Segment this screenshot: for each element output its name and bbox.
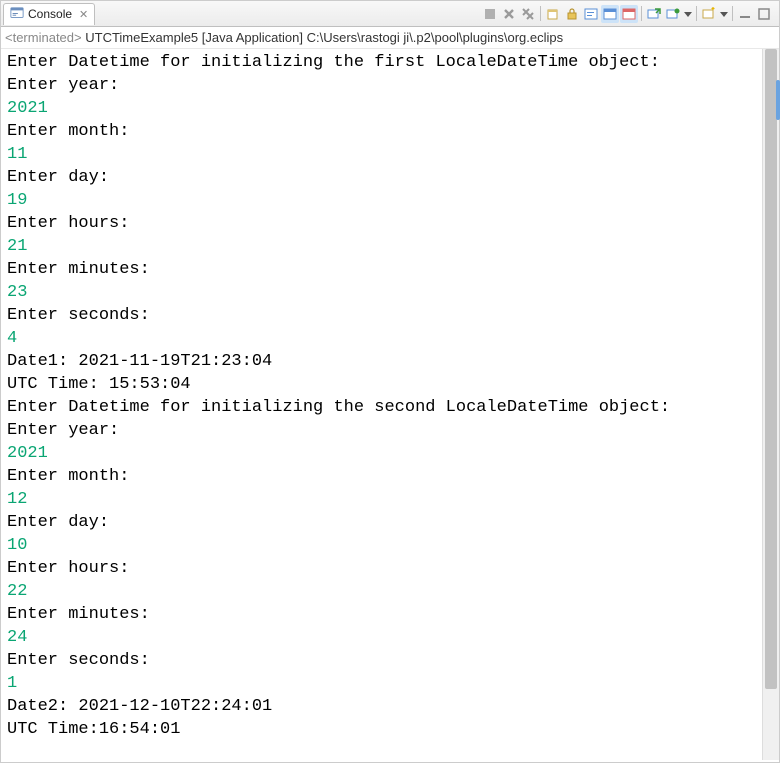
clear-console-icon [546, 7, 560, 21]
new-console-dropdown-button[interactable] [719, 5, 729, 23]
lock-icon [565, 7, 579, 21]
launch-class: UTCTimeExample5 [85, 30, 202, 45]
toolbar-separator [732, 6, 733, 21]
scrollbar-thumb[interactable] [765, 49, 777, 689]
new-console-button[interactable] [700, 5, 718, 23]
console-input-line: 21 [7, 235, 756, 258]
new-console-icon [702, 7, 716, 21]
close-icon[interactable]: ✕ [79, 8, 88, 21]
stop-icon [484, 8, 496, 20]
tab-title: Console [28, 7, 72, 21]
console-output-line: Enter minutes: [7, 258, 756, 281]
console-output-line: Enter hours: [7, 557, 756, 580]
open-console-button[interactable] [645, 5, 663, 23]
word-wrap-button[interactable] [582, 5, 600, 23]
maximize-icon [758, 8, 770, 20]
console-output-line: Enter year: [7, 74, 756, 97]
console-output-line: Enter minutes: [7, 603, 756, 626]
launch-path: C:\Users\rastogi ji\.p2\pool\plugins\org… [307, 30, 564, 45]
console-input-line: 4 [7, 327, 756, 350]
console-tab[interactable]: Console ✕ [3, 3, 95, 25]
console-output-line: UTC Time:16:54:01 [7, 718, 756, 741]
toolbar-separator [540, 6, 541, 21]
right-edge-marker [776, 80, 780, 120]
console-output-line: Enter Datetime for initializing the seco… [7, 396, 756, 419]
console-dropdown-button[interactable] [683, 5, 693, 23]
maximize-button[interactable] [755, 5, 773, 23]
console-input-line: 24 [7, 626, 756, 649]
remove-all-launches-icon [521, 7, 535, 21]
launch-type: [Java Application] [202, 30, 303, 45]
clear-console-button[interactable] [544, 5, 562, 23]
minimize-button[interactable] [736, 5, 754, 23]
console-icon [10, 6, 24, 23]
dropdown-arrow-icon [684, 10, 692, 18]
vertical-scrollbar[interactable] [762, 49, 779, 760]
dropdown-arrow-icon [720, 10, 728, 18]
console-output-line: Date1: 2021-11-19T21:23:04 [7, 350, 756, 373]
console-output-line: Enter day: [7, 511, 756, 534]
launch-status-line: <terminated> UTCTimeExample5 [Java Appli… [1, 27, 779, 49]
console-input-line: 19 [7, 189, 756, 212]
toolbar-separator [641, 6, 642, 21]
console-wrap: Enter Datetime for initializing the firs… [1, 49, 779, 760]
launch-state: <terminated> [5, 30, 82, 45]
console-input-line: 1 [7, 672, 756, 695]
terminate-button[interactable] [481, 5, 499, 23]
show-stderr-button[interactable] [620, 5, 638, 23]
remove-all-launches-button[interactable] [519, 5, 537, 23]
show-stderr-icon [622, 7, 636, 21]
console-input-line: 22 [7, 580, 756, 603]
console-output-line: Enter seconds: [7, 304, 756, 327]
pin-console-button[interactable] [664, 5, 682, 23]
show-stdout-icon [603, 7, 617, 21]
console-output-line: Enter Datetime for initializing the firs… [7, 51, 756, 74]
console-input-line: 10 [7, 534, 756, 557]
minimize-icon [739, 8, 751, 20]
word-wrap-icon [584, 7, 598, 21]
open-console-icon [647, 7, 661, 21]
remove-launch-button[interactable] [500, 5, 518, 23]
console-output-line: Enter hours: [7, 212, 756, 235]
console-output[interactable]: Enter Datetime for initializing the firs… [1, 49, 762, 760]
toolbar-separator [696, 6, 697, 21]
console-input-line: 11 [7, 143, 756, 166]
console-output-line: Enter month: [7, 465, 756, 488]
console-input-line: 2021 [7, 442, 756, 465]
tab-bar: Console ✕ [1, 1, 779, 27]
console-input-line: 12 [7, 488, 756, 511]
console-output-line: Enter month: [7, 120, 756, 143]
remove-launch-icon [502, 7, 516, 21]
console-output-line: Date2: 2021-12-10T22:24:01 [7, 695, 756, 718]
pin-icon [666, 7, 680, 21]
console-output-line: Enter year: [7, 419, 756, 442]
show-stdout-button[interactable] [601, 5, 619, 23]
console-output-line: UTC Time: 15:53:04 [7, 373, 756, 396]
console-toolbar [481, 5, 777, 23]
console-output-line: Enter seconds: [7, 649, 756, 672]
console-output-line: Enter day: [7, 166, 756, 189]
scroll-lock-button[interactable] [563, 5, 581, 23]
console-input-line: 23 [7, 281, 756, 304]
console-input-line: 2021 [7, 97, 756, 120]
